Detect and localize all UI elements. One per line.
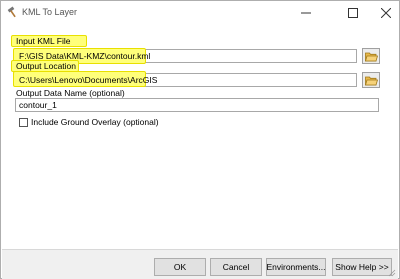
window-title: KML To Layer bbox=[22, 7, 78, 17]
hammer-tool-icon bbox=[7, 6, 19, 18]
cancel-button[interactable]: Cancel bbox=[210, 258, 262, 276]
open-folder-icon bbox=[364, 76, 378, 85]
close-icon bbox=[381, 7, 391, 18]
minimize-icon bbox=[301, 12, 311, 13]
tool-parameters-panel: Input KML File F:\GIS Data\KML-KMZ\conto… bbox=[2, 24, 398, 249]
output-name-label: Output Data Name (optional) bbox=[16, 88, 125, 98]
output-location-label: Output Location bbox=[16, 61, 77, 71]
resize-grip-icon[interactable] bbox=[388, 269, 396, 277]
title-bar[interactable]: KML To Layer bbox=[1, 1, 399, 24]
maximize-icon bbox=[348, 7, 358, 18]
output-name-value: contour_1 bbox=[19, 100, 57, 110]
ok-button[interactable]: OK bbox=[154, 258, 206, 276]
output-location-value[interactable]: C:\Users\Lenovo\Documents\ArcGIS bbox=[19, 75, 157, 85]
include-ground-overlay-checkbox[interactable] bbox=[19, 118, 28, 127]
minimize-button[interactable] bbox=[293, 1, 319, 24]
kml-to-layer-dialog: KML To Layer Input KML File F:\GIS Data\… bbox=[0, 0, 400, 279]
open-folder-icon bbox=[364, 52, 378, 61]
output-name-field[interactable]: contour_1 bbox=[15, 98, 379, 112]
close-button[interactable] bbox=[373, 1, 399, 24]
input-kml-label: Input KML File bbox=[16, 36, 71, 46]
input-kml-browse-button[interactable] bbox=[362, 48, 380, 64]
button-bar: OK Cancel Environments... Show Help >> bbox=[2, 249, 398, 279]
environments-button[interactable]: Environments... bbox=[266, 258, 326, 276]
maximize-button[interactable] bbox=[340, 1, 366, 24]
output-location-browse-button[interactable] bbox=[362, 72, 380, 88]
include-ground-overlay-label[interactable]: Include Ground Overlay (optional) bbox=[31, 117, 159, 127]
show-help-button[interactable]: Show Help >> bbox=[332, 258, 392, 276]
